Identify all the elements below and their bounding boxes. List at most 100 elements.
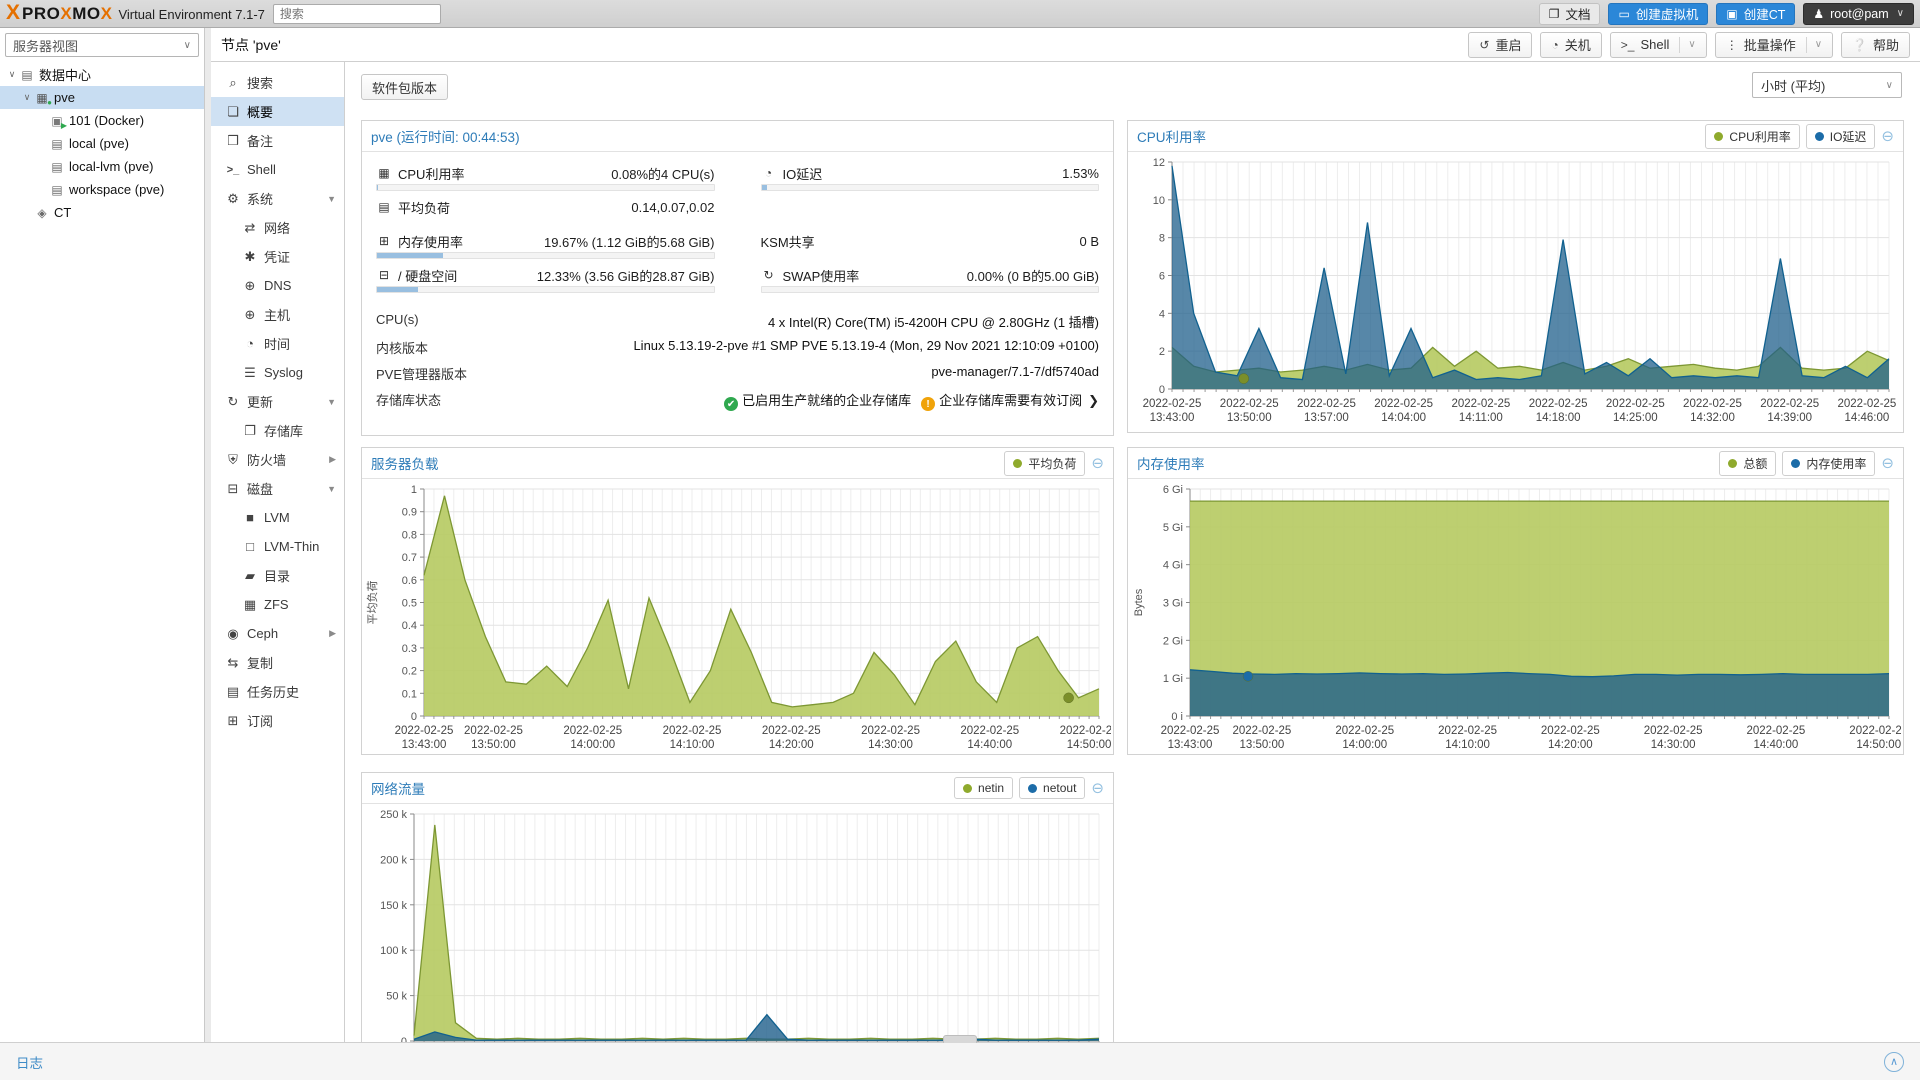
svg-text:14:20:00: 14:20:00 bbox=[1548, 739, 1593, 751]
expander-icon[interactable]: ∨ bbox=[21, 92, 33, 103]
repo-status-value[interactable]: ✔已启用生产就绪的企业存储库!企业存储库需要有效订阅❯ bbox=[724, 390, 1099, 412]
nav-item--[interactable]: ⛨防火墙▶ bbox=[211, 445, 344, 474]
nav-item-lvm[interactable]: ■LVM bbox=[211, 503, 344, 532]
toolbar-button-重启[interactable]: ↺重启 bbox=[1468, 32, 1532, 58]
nav-item--[interactable]: ⊞订阅 bbox=[211, 706, 344, 735]
svg-text:14:30:00: 14:30:00 bbox=[1651, 739, 1696, 751]
legend-toggle-netin[interactable]: netin bbox=[954, 777, 1013, 799]
package-versions-button[interactable]: 软件包版本 bbox=[361, 74, 448, 100]
view-selector[interactable]: 服务器视图 ∨ bbox=[5, 33, 199, 57]
stat-progress-bar bbox=[761, 184, 1100, 191]
nav-item--[interactable]: ⊕主机 bbox=[211, 300, 344, 329]
stat-io-: ◔IO延迟1.53% bbox=[761, 162, 1100, 196]
docs-button[interactable]: ❐文档 bbox=[1539, 3, 1601, 25]
node-main-panel: 节点 'pve' ↺重启◔关机>_Shell∨⋮批量操作∨❔帮助 ⌕搜索❏概要❒… bbox=[211, 28, 1920, 1042]
log-label[interactable]: 日志 bbox=[16, 1052, 43, 1072]
chart-title: 内存使用率 bbox=[1137, 453, 1205, 473]
nav-item--[interactable]: ◔时间 bbox=[211, 329, 344, 358]
expander-icon[interactable]: ∨ bbox=[6, 69, 18, 80]
nav-item-label: Syslog bbox=[264, 365, 303, 380]
resource-tree-panel: 服务器视图 ∨ ∨▤数据中心∨▦●pve▣▶101 (Docker)▤local… bbox=[0, 28, 205, 1042]
nav-item--[interactable]: ✱凭证 bbox=[211, 242, 344, 271]
toolbar-button-关机[interactable]: ◔关机 bbox=[1540, 32, 1601, 58]
collapse-panel-icon[interactable]: ⊖ bbox=[1881, 129, 1894, 144]
tree-item-workspace-pve-[interactable]: ▤workspace (pve) bbox=[0, 178, 204, 201]
tree-item-ct[interactable]: ◈CT bbox=[0, 201, 204, 224]
terminal-icon: >_ bbox=[1621, 38, 1635, 52]
nav-item-syslog[interactable]: ☰Syslog bbox=[211, 358, 344, 387]
cpu-chart-header: CPU利用率CPU利用率IO延迟⊖ bbox=[1128, 121, 1903, 151]
svg-text:2022-02-25: 2022-02-25 bbox=[1451, 398, 1510, 410]
timeframe-value: 小时 (平均) bbox=[1761, 76, 1825, 95]
nav-item-label: 磁盘 bbox=[247, 479, 273, 498]
legend-toggle-io-[interactable]: IO延迟 bbox=[1806, 124, 1876, 149]
legend-toggle--[interactable]: 总额 bbox=[1719, 451, 1776, 476]
nav-item-lvm-thin[interactable]: □LVM-Thin bbox=[211, 532, 344, 561]
toolbar-button-帮助[interactable]: ❔帮助 bbox=[1841, 32, 1910, 58]
nav-item--[interactable]: ⇆复制 bbox=[211, 648, 344, 677]
svg-text:100 k: 100 k bbox=[380, 945, 407, 957]
search-input[interactable] bbox=[273, 4, 441, 24]
stat-cpu-: ▦CPU利用率0.08%的4 CPU(s) bbox=[376, 162, 715, 196]
legend-toggle-cpu-[interactable]: CPU利用率 bbox=[1705, 124, 1799, 149]
memory-chart-plot: 6 Gi5 Gi4 Gi3 Gi2 Gi1 Gi0 i2022-02-2513:… bbox=[1128, 479, 1901, 755]
nav-item--[interactable]: ❒备注 bbox=[211, 126, 344, 155]
svg-text:0.6: 0.6 bbox=[402, 575, 417, 587]
collapse-panel-icon[interactable]: ⊖ bbox=[1881, 456, 1894, 471]
tree-item-pve[interactable]: ∨▦●pve bbox=[0, 86, 204, 109]
info-label: CPU(s) bbox=[376, 312, 419, 331]
svg-text:2022-02-25: 2022-02-25 bbox=[1838, 398, 1897, 410]
nav-item--[interactable]: ▤任务历史 bbox=[211, 677, 344, 706]
summary-panel-header: pve (运行时间: 00:44:53) bbox=[362, 121, 1113, 151]
info-row-repository-status: 存储库状态✔已启用生产就绪的企业存储库!企业存储库需要有效订阅❯ bbox=[376, 386, 1099, 415]
svg-text:2022-02-25: 2022-02-25 bbox=[1161, 725, 1220, 737]
tree-item-local-pve-[interactable]: ▤local (pve) bbox=[0, 132, 204, 155]
nav-item-label: 存储库 bbox=[264, 421, 303, 440]
svg-text:2022-02-25: 2022-02-25 bbox=[1297, 398, 1356, 410]
nav-item--[interactable]: ⇄网络 bbox=[211, 213, 344, 242]
nav-item-label: 主机 bbox=[264, 305, 290, 324]
toolbar-button-shell[interactable]: >_Shell∨ bbox=[1610, 32, 1707, 58]
legend-toggle-netout[interactable]: netout bbox=[1019, 777, 1085, 799]
stat-label: / 硬盘空间 bbox=[398, 266, 457, 285]
timeframe-select[interactable]: 小时 (平均) ∨ bbox=[1752, 72, 1902, 98]
tree-item--[interactable]: ∨▤数据中心 bbox=[0, 63, 204, 86]
virtual-environment-version: Virtual Environment 7.1-7 bbox=[118, 7, 264, 22]
nav-item--[interactable]: ↻更新▼ bbox=[211, 387, 344, 416]
note-icon: ❒ bbox=[223, 133, 243, 149]
svg-text:14:30:00: 14:30:00 bbox=[868, 739, 913, 751]
tree-item-local-lvm-pve-[interactable]: ▤local-lvm (pve) bbox=[0, 155, 204, 178]
create-vm-button[interactable]: ▭创建虚拟机 bbox=[1608, 3, 1708, 25]
nav-item-shell[interactable]: >_Shell bbox=[211, 155, 344, 184]
nav-item--[interactable]: ⚙系统▼ bbox=[211, 184, 344, 213]
chart-title: 服务器负载 bbox=[371, 453, 439, 473]
nav-item-dns[interactable]: ⊕DNS bbox=[211, 271, 344, 300]
nav-item-zfs[interactable]: ▦ZFS bbox=[211, 590, 344, 619]
history-icon: ▤ bbox=[223, 684, 243, 700]
legend-toggle--[interactable]: 内存使用率 bbox=[1782, 451, 1875, 476]
create-ct-button[interactable]: ▣创建CT bbox=[1716, 3, 1795, 25]
chevron-up-icon[interactable]: ∧ bbox=[1884, 1052, 1904, 1072]
nav-item-label: 备注 bbox=[247, 131, 273, 150]
log-bottom-bar: 日志 ∧ bbox=[0, 1042, 1920, 1080]
server-load-chart-panel: 服务器负载平均负荷⊖10.90.80.70.60.50.40.30.20.102… bbox=[361, 447, 1114, 755]
tree-item-101-docker-[interactable]: ▣▶101 (Docker) bbox=[0, 109, 204, 132]
nav-item-label: 防火墙 bbox=[247, 450, 286, 469]
nav-item--[interactable]: ⊟磁盘▼ bbox=[211, 474, 344, 503]
nav-item--[interactable]: ⌕搜索 bbox=[211, 68, 344, 97]
user-menu-button[interactable]: ♟root@pam∨ bbox=[1803, 3, 1914, 25]
legend-toggle--[interactable]: 平均负荷 bbox=[1004, 451, 1085, 476]
collapse-panel-icon[interactable]: ⊖ bbox=[1091, 781, 1104, 796]
nav-item--[interactable]: ❐存储库 bbox=[211, 416, 344, 445]
collapse-panel-icon[interactable]: ⊖ bbox=[1091, 456, 1104, 471]
legend-dot-icon bbox=[1013, 459, 1022, 468]
stat-progress-bar bbox=[376, 184, 715, 191]
nav-item-ceph[interactable]: ◉Ceph▶ bbox=[211, 619, 344, 648]
stat-spacer bbox=[761, 196, 1100, 230]
nav-item--[interactable]: ▰目录 bbox=[211, 561, 344, 590]
svg-text:14:40:00: 14:40:00 bbox=[1754, 739, 1799, 751]
log-splitter-handle[interactable] bbox=[943, 1035, 977, 1043]
svg-text:0.4: 0.4 bbox=[402, 620, 417, 632]
toolbar-button-批量操作[interactable]: ⋮批量操作∨ bbox=[1715, 32, 1833, 58]
nav-item--[interactable]: ❏概要 bbox=[211, 97, 344, 126]
